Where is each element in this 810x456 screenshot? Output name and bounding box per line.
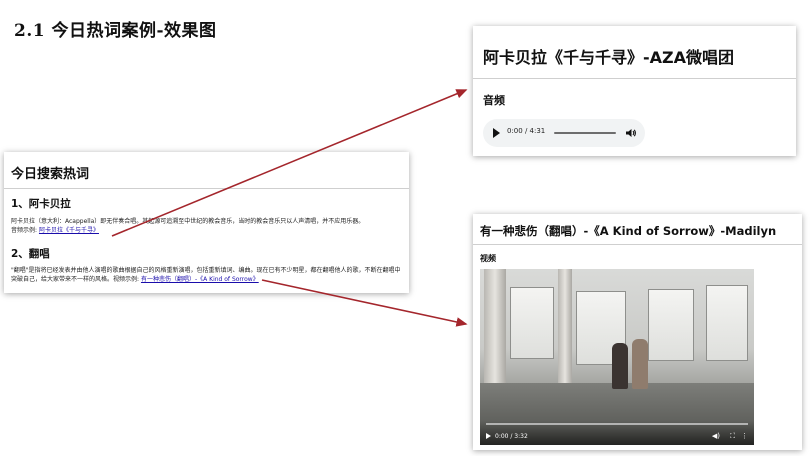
video-scene-pillar [484,269,506,399]
audio-card-divider [473,78,796,79]
search-card-title: 今日搜索热词 [11,167,90,182]
video-scene-performer [612,343,628,389]
volume-icon[interactable]: ◀) [712,433,720,440]
play-icon[interactable] [486,433,491,439]
hotword-heading-cover: 2、翻唱 [11,248,50,260]
hotword-text-cover: "翻唱"是指将已经发表并由他人演唱的歌曲根据自己的风格重新演唱，包括重新填词、编… [11,267,403,284]
video-player[interactable]: 0:00 / 3:32 ◀) ⛶ ⋮ [480,269,754,445]
video-scene-window [648,289,694,361]
hotword-desc-acappella: 阿卡贝拉（意大利：Acappella）即无伴奏合唱。其起源可追溯至中世纪的教会音… [11,218,365,225]
video-scene-pillar [558,269,572,389]
video-example-link[interactable]: 有一种悲伤（翻唱）-《A Kind of Sorrow》 [141,276,259,283]
audio-time: 0:00 / 4:31 [507,127,546,135]
video-progress-track[interactable] [486,423,748,425]
more-icon[interactable]: ⋮ [741,433,748,440]
slide-title: 2.1 今日热词案例-效果图 [14,21,217,41]
volume-icon[interactable] [625,127,637,139]
search-card-divider [4,188,409,189]
fullscreen-icon[interactable]: ⛶ [730,433,735,440]
search-hotwords-card: 今日搜索热词 1、阿卡贝拉 阿卡贝拉（意大利：Acappella）即无伴奏合唱。… [4,152,409,293]
audio-player[interactable]: 0:00 / 4:31 [483,119,645,147]
video-time: 0:00 / 3:32 [495,433,528,440]
audio-example-label: 音频示例: [11,226,38,234]
audio-page-title: 阿卡贝拉《千与千寻》-AZA微唱团 [483,48,735,67]
audio-section-label: 音频 [483,94,505,107]
video-page-title: 有一种悲伤（翻唱）-《A Kind of Sorrow》-Madilyn [480,224,777,238]
video-section-label: 视频 [480,254,496,263]
hotword-heading-acappella: 1、阿卡贝拉 [11,198,71,210]
video-scene-window [510,287,554,359]
video-scene-window [706,285,748,361]
video-card-divider [473,244,802,245]
video-scene-performer [632,339,648,389]
video-page-card: 有一种悲伤（翻唱）-《A Kind of Sorrow》-Madilyn 视频 … [473,214,802,450]
audio-progress-track[interactable] [554,132,616,134]
audio-example-link[interactable]: 阿卡贝拉《千与千寻》 [39,227,99,234]
audio-page-card: 阿卡贝拉《千与千寻》-AZA微唱团 音频 0:00 / 4:31 [473,26,796,156]
hotword-text-acappella: 阿卡贝拉（意大利：Acappella）即无伴奏合唱。其起源可追溯至中世纪的教会音… [11,218,403,235]
play-icon[interactable] [493,128,500,138]
